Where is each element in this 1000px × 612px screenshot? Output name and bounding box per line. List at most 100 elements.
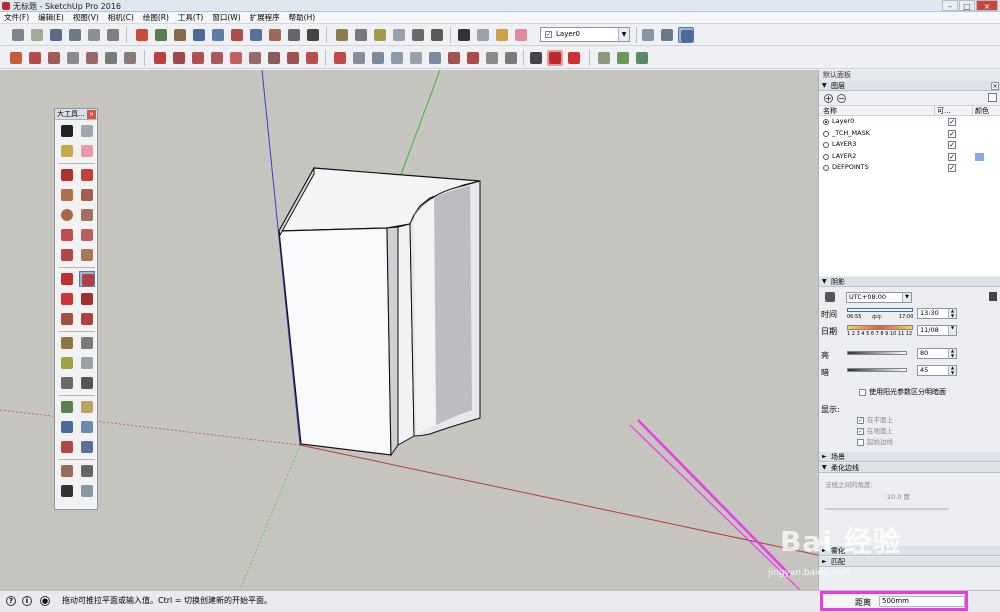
time-input[interactable]: 13:30 ▲ ▼: [917, 308, 957, 319]
toolbar-button[interactable]: [503, 50, 519, 66]
toolbar-button[interactable]: [634, 50, 650, 66]
rectangle-icon[interactable]: [59, 187, 75, 203]
shadow-toggle-icon[interactable]: [825, 292, 835, 302]
visibility-checkbox[interactable]: ✓: [948, 152, 956, 161]
menu-file[interactable]: 文件(F): [4, 12, 29, 23]
light-slider[interactable]: [847, 351, 907, 355]
active-layer-radio[interactable]: [823, 130, 829, 137]
measurements-input[interactable]: 500mm: [879, 596, 965, 607]
info-icon[interactable]: i: [22, 596, 32, 606]
zoom-extents-icon[interactable]: [59, 439, 75, 455]
rotate-icon[interactable]: [59, 291, 75, 307]
toolbar-button[interactable]: [351, 50, 367, 66]
user-icon[interactable]: ●: [40, 596, 50, 606]
col-color[interactable]: 颜色: [973, 106, 1000, 115]
3d-warehouse-icon[interactable]: [528, 50, 544, 66]
offset-icon[interactable]: [79, 311, 95, 327]
toolbar-button[interactable]: [27, 50, 43, 66]
toolbar-button[interactable]: [122, 50, 138, 66]
date-input[interactable]: 11/08 ▼: [917, 325, 957, 336]
paint-icon[interactable]: [494, 27, 510, 43]
visibility-checkbox[interactable]: ✓: [948, 141, 956, 149]
toolbar-button[interactable]: [152, 50, 168, 66]
toolbar-button[interactable]: [190, 50, 206, 66]
visibility-checkbox[interactable]: ✓: [948, 164, 956, 172]
3d-text-icon[interactable]: [429, 27, 445, 43]
display-on-faces[interactable]: ✓ 在平面上: [857, 414, 893, 424]
toolbar-button[interactable]: [209, 50, 225, 66]
toolbar-button[interactable]: [105, 27, 121, 43]
zoom-icon[interactable]: [59, 419, 75, 435]
2pt-arc-icon[interactable]: [79, 227, 95, 243]
layer-details-icon[interactable]: [988, 93, 997, 102]
pan-icon[interactable]: [172, 27, 188, 43]
3d-text-icon[interactable]: [79, 375, 95, 391]
position-camera-icon[interactable]: [267, 27, 283, 43]
arc-icon[interactable]: [59, 227, 75, 243]
dimension-icon[interactable]: [79, 335, 95, 351]
light-input[interactable]: 80 ▲ ▼: [917, 348, 957, 359]
previous-view-icon[interactable]: [79, 439, 95, 455]
time-slider[interactable]: [847, 308, 913, 312]
toolbar-button[interactable]: [266, 50, 282, 66]
col-visible[interactable]: 可...: [935, 106, 973, 115]
3pt-arc-icon[interactable]: [59, 247, 75, 263]
make-component-icon[interactable]: [475, 27, 491, 43]
help-icon[interactable]: ?: [6, 596, 16, 606]
toolbar-button[interactable]: [10, 27, 26, 43]
maximize-button[interactable]: □: [959, 0, 975, 11]
sun-option-checkbox[interactable]: [859, 388, 866, 396]
toolbar-button[interactable]: [304, 50, 320, 66]
chevron-down-icon[interactable]: ▼: [618, 28, 629, 41]
display-on-ground[interactable]: ✓ 在地面上: [857, 425, 893, 435]
visibility-checkbox[interactable]: ✓: [948, 118, 956, 126]
display-from-edges[interactable]: 起始边线: [857, 436, 893, 446]
line-icon[interactable]: [59, 167, 75, 183]
spin-arrows[interactable]: ▲ ▼: [948, 365, 956, 375]
menu-view[interactable]: 视图(V): [73, 12, 99, 23]
toolbar-button[interactable]: [29, 27, 45, 43]
menu-extensions[interactable]: 扩展程序: [250, 12, 280, 23]
chevron-down-icon[interactable]: ▼: [948, 325, 956, 335]
toolbar-button-active[interactable]: [678, 27, 694, 43]
dimension-icon[interactable]: [353, 27, 369, 43]
polygon-icon[interactable]: [79, 207, 95, 223]
tape-measure-icon[interactable]: [334, 27, 350, 43]
paint-bucket-icon[interactable]: [134, 27, 150, 43]
col-name[interactable]: 名称: [819, 106, 935, 115]
minimize-button[interactable]: –: [942, 0, 958, 11]
text-icon[interactable]: [391, 27, 407, 43]
toolbar-button[interactable]: [8, 50, 24, 66]
toolbar-button[interactable]: [67, 27, 83, 43]
active-layer-radio[interactable]: [823, 165, 829, 171]
layer-row[interactable]: LAYER2 ✓: [819, 151, 1000, 163]
layer-row[interactable]: Layer0 ✓: [819, 116, 1000, 128]
close-icon[interactable]: ×: [991, 82, 999, 90]
toolbar-button[interactable]: [484, 50, 500, 66]
shadow-settings-icon[interactable]: [989, 292, 997, 301]
menu-window[interactable]: 窗口(W): [212, 12, 240, 23]
protractor-icon[interactable]: [59, 355, 75, 371]
zoom-window-icon[interactable]: [79, 419, 95, 435]
select-icon[interactable]: [456, 27, 472, 43]
toolbar-button[interactable]: [86, 27, 102, 43]
shadows-panel-header[interactable]: ▼ 阴影: [819, 277, 1000, 287]
pan-icon[interactable]: [79, 399, 95, 415]
toolbar-button[interactable]: [247, 50, 263, 66]
make-component-icon[interactable]: [79, 123, 95, 139]
paint-bucket-icon[interactable]: [59, 143, 75, 159]
layer-color-swatch[interactable]: [975, 152, 984, 161]
axes-icon[interactable]: [59, 375, 75, 391]
follow-me-icon[interactable]: [79, 291, 95, 307]
active-layer-radio[interactable]: [823, 119, 829, 125]
look-around-icon[interactable]: [286, 27, 302, 43]
position-camera-icon[interactable]: [59, 463, 75, 479]
active-layer-radio[interactable]: [823, 153, 829, 160]
toolbar-button[interactable]: [332, 50, 348, 66]
rotated-rectangle-icon[interactable]: [79, 187, 95, 203]
visibility-checkbox[interactable]: ✓: [948, 129, 956, 138]
toolbar-button[interactable]: [171, 50, 187, 66]
text-icon[interactable]: [79, 355, 95, 371]
section-plane-icon[interactable]: [640, 27, 656, 43]
menu-edit[interactable]: 编辑(E): [38, 12, 64, 23]
